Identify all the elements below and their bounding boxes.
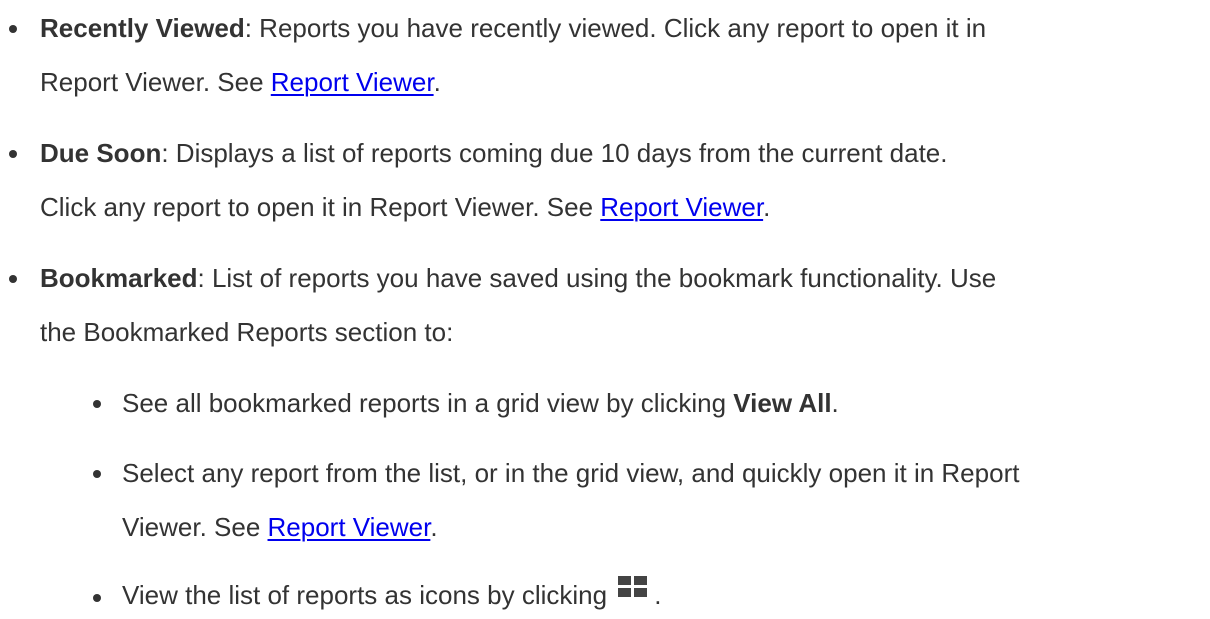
bullet-icon xyxy=(9,150,17,158)
description-text: View the list of reports as icons by cli… xyxy=(122,580,608,610)
bookmarked-line-1: Bookmarked: List of reports you have sav… xyxy=(40,254,996,302)
select-report-line-2: Viewer. See Report Viewer. xyxy=(122,503,438,551)
description-text: the Bookmarked Reports section to: xyxy=(40,317,454,347)
help-page: Recently Viewed: Reports you have recent… xyxy=(0,0,1210,617)
term-due-soon: Due Soon xyxy=(40,138,162,168)
description-text: Select any report from the list, or in t… xyxy=(122,458,1020,488)
report-viewer-link[interactable]: Report Viewer xyxy=(600,192,763,222)
description-text: Click any report to open it in Report Vi… xyxy=(40,192,601,222)
description-text: : Displays a list of reports coming due … xyxy=(161,138,948,168)
bullet-icon xyxy=(93,400,101,408)
report-viewer-link[interactable]: Report Viewer xyxy=(268,512,431,542)
report-viewer-link[interactable]: Report Viewer xyxy=(271,67,434,97)
term-recently-viewed: Recently Viewed xyxy=(40,13,245,43)
recently-viewed-line-1: Recently Viewed: Reports you have recent… xyxy=(40,4,986,52)
period-text: . xyxy=(831,388,839,418)
bullet-icon xyxy=(93,594,101,602)
view-icons-line: View the list of reports as icons by cli… xyxy=(122,571,662,619)
period-text: . xyxy=(430,512,438,542)
due-soon-line-1: Due Soon: Displays a list of reports com… xyxy=(40,129,948,177)
term-bookmarked: Bookmarked xyxy=(40,263,198,293)
period-text: . xyxy=(433,67,441,97)
bullet-icon xyxy=(9,275,17,283)
bookmarked-line-2: the Bookmarked Reports section to: xyxy=(40,308,453,356)
period-text: . xyxy=(654,580,662,610)
select-report-line-1: Select any report from the list, or in t… xyxy=(122,449,1019,497)
description-text: Report Viewer. See xyxy=(40,67,271,97)
bullet-icon xyxy=(9,25,17,33)
description-text: See all bookmarked reports in a grid vie… xyxy=(122,388,734,418)
due-soon-line-2: Click any report to open it in Report Vi… xyxy=(40,183,770,231)
description-text: : Reports you have recently viewed. Clic… xyxy=(244,13,987,43)
description-text: : List of reports you have saved using t… xyxy=(197,263,997,293)
recently-viewed-line-2: Report Viewer. See Report Viewer. xyxy=(40,58,441,106)
period-text: . xyxy=(763,192,771,222)
description-text: Viewer. See xyxy=(122,512,268,542)
view-all-line: See all bookmarked reports in a grid vie… xyxy=(122,379,839,427)
grid-view-icon xyxy=(618,576,648,598)
bullet-icon xyxy=(93,470,101,478)
view-all-term: View All xyxy=(733,388,832,418)
